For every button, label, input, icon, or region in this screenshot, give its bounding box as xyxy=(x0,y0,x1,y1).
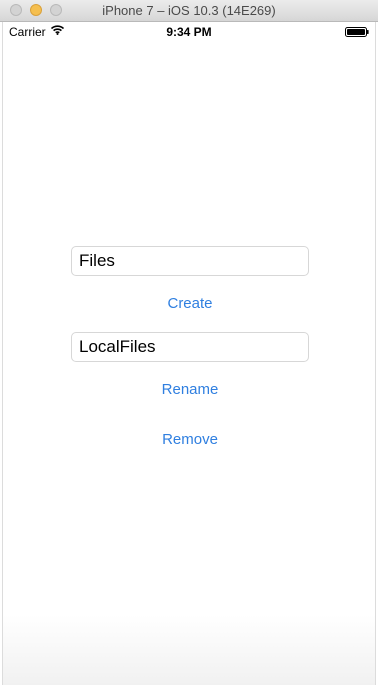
device-screen: Carrier 9:34 PM Create Rename Remove xyxy=(2,22,376,685)
status-bar: Carrier 9:34 PM xyxy=(3,22,375,42)
folder-name-field[interactable] xyxy=(71,246,309,276)
screen-bottom-edge xyxy=(3,615,375,685)
create-button[interactable]: Create xyxy=(3,295,377,312)
rename-field[interactable] xyxy=(71,332,309,362)
simulator-title-bar: iPhone 7 – iOS 10.3 (14E269) xyxy=(0,0,378,22)
rename-button[interactable]: Rename xyxy=(3,381,377,398)
battery-icon xyxy=(345,27,369,37)
status-time: 9:34 PM xyxy=(166,25,212,39)
remove-button[interactable]: Remove xyxy=(3,431,377,448)
window-title: iPhone 7 – iOS 10.3 (14E269) xyxy=(102,3,276,18)
